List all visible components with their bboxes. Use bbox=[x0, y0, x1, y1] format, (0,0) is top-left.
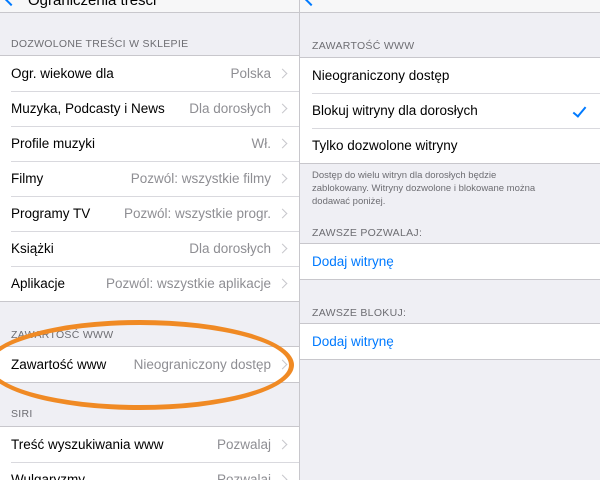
option-label: Nieograniczony dostęp bbox=[312, 68, 450, 83]
always-allow-group: Dodaj witrynę bbox=[300, 243, 600, 280]
always-allow-header: ZAWSZE POZWALAJ: bbox=[312, 227, 423, 239]
left-nav-title: Ograniczenia treści bbox=[28, 0, 157, 9]
row-value: Pozwól: wszystkie progr. bbox=[123, 206, 271, 221]
chevron-right-icon bbox=[277, 474, 288, 480]
chevron-right-icon bbox=[277, 68, 288, 79]
row-label: Aplikacje bbox=[11, 276, 66, 291]
row-label: Treść wyszukiwania www bbox=[11, 437, 164, 452]
row-label: Książki bbox=[11, 241, 54, 256]
web-content-options: Nieograniczony dostęp Blokuj witryny dla… bbox=[300, 57, 600, 164]
siri-row-profanity[interactable]: Wulgaryzmy Pozwalaj bbox=[0, 462, 299, 480]
always-block-group: Dodaj witrynę bbox=[300, 323, 600, 360]
web-content-row[interactable]: Zawartość www Nieograniczony dostęp bbox=[0, 347, 299, 382]
siri-group: Treść wyszukiwania www Pozwalaj Wulgaryz… bbox=[0, 426, 299, 480]
always-allow-add-row[interactable]: Dodaj witrynę bbox=[300, 244, 600, 279]
always-block-header: ZAWSZE BLOKUJ: bbox=[312, 307, 407, 319]
siri-row-web-search[interactable]: Treść wyszukiwania www Pozwalaj bbox=[0, 427, 299, 462]
web-content-pane: ZAWARTOŚĆ WWW Nieograniczony dostęp Blok… bbox=[300, 0, 600, 480]
row-value: Dla dorosłych bbox=[189, 241, 271, 256]
add-blocked-website-link[interactable]: Dodaj witrynę bbox=[312, 334, 394, 349]
chevron-left-icon[interactable] bbox=[303, 0, 319, 7]
row-value: Wł. bbox=[251, 136, 272, 151]
chevron-right-icon bbox=[277, 208, 288, 219]
row-value: Pozwalaj bbox=[216, 437, 271, 452]
store-row-music-profiles[interactable]: Profile muzyki Wł. bbox=[0, 126, 299, 161]
left-navbar: Ograniczenia treści bbox=[0, 0, 299, 13]
option-allowed-only[interactable]: Tylko dozwolone witryny bbox=[300, 128, 600, 163]
store-row-music[interactable]: Muzyka, Podcasty i News Dla dorosłych bbox=[0, 91, 299, 126]
row-label: Filmy bbox=[11, 171, 44, 186]
restrictions-pane: Ograniczenia treści DOZWOLONE TREŚCI W S… bbox=[0, 0, 299, 480]
row-label: Wulgaryzmy bbox=[11, 472, 86, 480]
store-content-group: Ogr. wiekowe dla Polska Muzyka, Podcasty… bbox=[0, 55, 299, 302]
chevron-right-icon bbox=[277, 278, 288, 289]
option-limit-adult[interactable]: Blokuj witryny dla dorosłych bbox=[300, 93, 600, 128]
always-block-add-row[interactable]: Dodaj witrynę bbox=[300, 324, 600, 359]
chevron-left-icon[interactable] bbox=[3, 0, 19, 7]
store-row-age-rating[interactable]: Ogr. wiekowe dla Polska bbox=[0, 56, 299, 91]
row-value: Pozwól: wszystkie filmy bbox=[130, 171, 271, 186]
row-value: Dla dorosłych bbox=[189, 101, 271, 116]
store-row-books[interactable]: Książki Dla dorosłych bbox=[0, 231, 299, 266]
chevron-right-icon bbox=[277, 243, 288, 254]
row-label: Zawartość www bbox=[11, 357, 107, 372]
store-row-apps[interactable]: Aplikacje Pozwól: wszystkie aplikacje bbox=[0, 266, 299, 301]
row-label: Muzyka, Podcasty i News bbox=[11, 101, 165, 116]
row-label: Profile muzyki bbox=[11, 136, 96, 151]
option-label: Tylko dozwolone witryny bbox=[312, 138, 458, 153]
chevron-right-icon bbox=[277, 173, 288, 184]
row-value: Polska bbox=[230, 66, 271, 81]
web-content-group: Zawartość www Nieograniczony dostęp bbox=[0, 346, 299, 383]
add-allowed-website-link[interactable]: Dodaj witrynę bbox=[312, 254, 394, 269]
row-value: Pozwól: wszystkie aplikacje bbox=[105, 276, 271, 291]
right-navbar bbox=[300, 0, 600, 13]
chevron-right-icon bbox=[277, 359, 288, 370]
siri-section-header: SIRI bbox=[11, 408, 33, 420]
store-row-tv-shows[interactable]: Programy TV Pozwól: wszystkie progr. bbox=[0, 196, 299, 231]
row-label: Ogr. wiekowe dla bbox=[11, 66, 114, 81]
web-section-header: ZAWARTOŚĆ WWW bbox=[11, 329, 114, 341]
web-content-header: ZAWARTOŚĆ WWW bbox=[312, 40, 415, 52]
web-content-footer: Dostęp do wielu witryn dla dorosłych będ… bbox=[312, 170, 536, 207]
row-label: Programy TV bbox=[11, 206, 91, 221]
chevron-right-icon bbox=[277, 103, 288, 114]
option-unrestricted[interactable]: Nieograniczony dostęp bbox=[300, 58, 600, 93]
store-row-movies[interactable]: Filmy Pozwól: wszystkie filmy bbox=[0, 161, 299, 196]
checkmark-icon bbox=[572, 103, 587, 118]
row-value: Nieograniczony dostęp bbox=[133, 357, 271, 372]
row-value: Pozwalaj bbox=[216, 472, 271, 480]
option-label: Blokuj witryny dla dorosłych bbox=[312, 103, 478, 118]
chevron-right-icon bbox=[277, 439, 288, 450]
store-section-header: DOZWOLONE TREŚCI W SKLEPIE bbox=[11, 38, 189, 50]
chevron-right-icon bbox=[277, 138, 288, 149]
